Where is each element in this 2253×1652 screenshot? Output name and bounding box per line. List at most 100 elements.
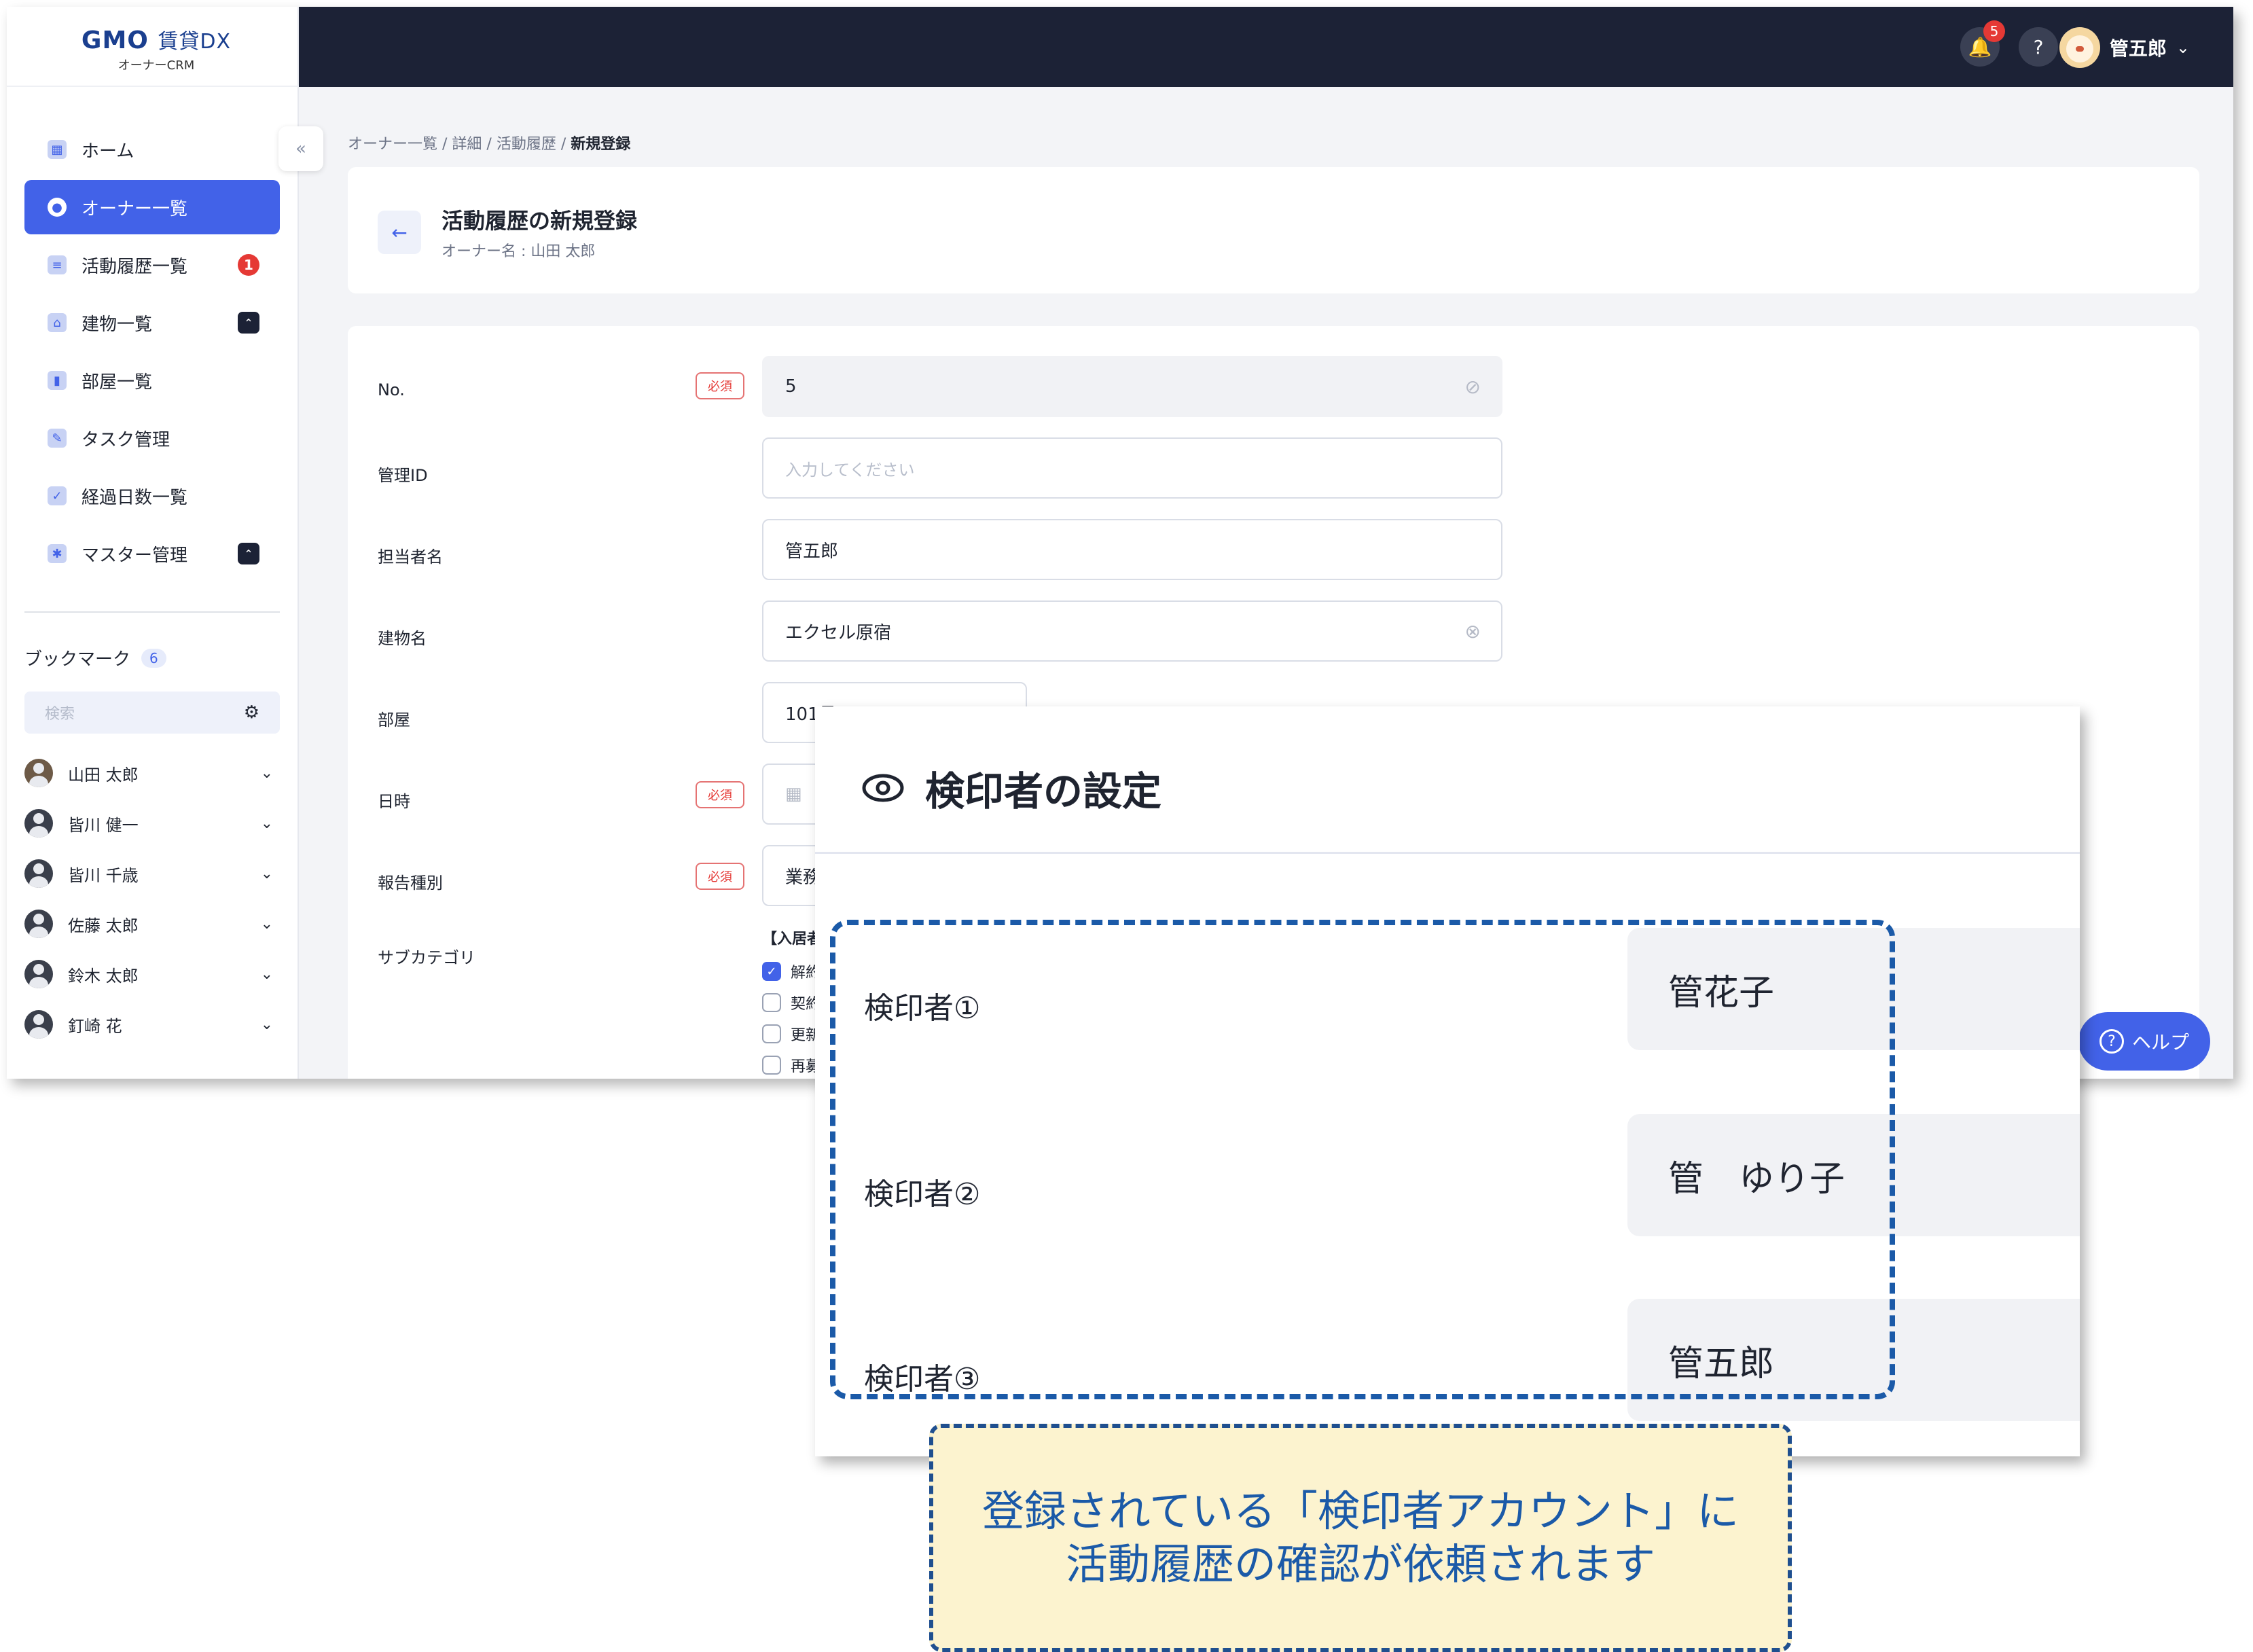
bookmark-item[interactable]: 鈴木 太郎 ⌄	[24, 954, 280, 994]
admin-id-label: 管理ID	[378, 466, 428, 485]
building-icon: ⌂	[48, 313, 67, 332]
clear-icon[interactable]: ⊗	[1465, 620, 1481, 643]
chevron-down-icon: ⌄	[2176, 38, 2190, 57]
staff-label: 担当者名	[378, 547, 443, 567]
subcategory-group-title: 【入居者	[762, 931, 823, 948]
avatar	[24, 859, 53, 888]
user-menu[interactable]: 管五郎 ⌄	[2059, 27, 2190, 68]
bookmark-name: 鈴木 太郎	[68, 966, 139, 986]
subcategory-checkbox-2[interactable]: 更新	[762, 1023, 821, 1045]
disabled-icon: ⊘	[1464, 375, 1481, 398]
chevron-down-icon[interactable]: ⌄	[261, 1016, 273, 1033]
required-badge: 必須	[696, 372, 744, 399]
sidebar-collapse-button[interactable]: «	[278, 126, 323, 171]
bookmark-search-placeholder: 検索	[45, 706, 75, 723]
breadcrumb-activity[interactable]: 活動履歴	[497, 136, 556, 153]
avatar	[24, 1010, 53, 1039]
sidebar-item-label: マスター管理	[82, 545, 188, 566]
report-type-label: 報告種別	[378, 874, 443, 893]
explanation-callout: 登録されている「検印者アカウント」に 活動履歴の確認が依頼されます	[929, 1424, 1792, 1652]
question-circle-icon: ?	[2099, 1029, 2124, 1054]
sidebar-item-label: ホーム	[82, 141, 134, 162]
avatar	[24, 910, 53, 938]
question-circle-icon: ?	[2033, 35, 2044, 58]
sidebar-item-label: オーナー一覧	[82, 198, 188, 219]
sidebar: GMO 賃貸DX オーナーCRM ▦ ホーム ● オーナー一覧 ≡ 活動履歴一覧 1 ⌂ 建物一…	[7, 7, 299, 1079]
user-name: 管五郎	[2109, 37, 2167, 60]
checkbox-empty-icon	[762, 1056, 781, 1075]
staff-input[interactable]: 管五郎	[762, 519, 1502, 580]
help-button-label: ヘルプ	[2131, 1031, 2189, 1054]
task-icon: ✎	[48, 429, 67, 448]
chevron-down-icon[interactable]: ⌄	[261, 865, 273, 882]
door-icon: ▮	[48, 371, 67, 390]
back-button[interactable]: ←	[378, 211, 421, 254]
required-badge: 必須	[696, 781, 744, 808]
logo-divider	[7, 86, 299, 87]
chevron-down-icon[interactable]: ⌄	[261, 916, 273, 933]
sidebar-divider	[24, 611, 280, 613]
sidebar-item-5[interactable]: ✎ タスク管理	[24, 411, 280, 465]
top-bar: 🔔 5 ? 管五郎 ⌄	[299, 7, 2233, 87]
bookmark-search-input[interactable]: 検索 ⚙	[24, 692, 280, 734]
no-field: 5 ⊘	[762, 356, 1502, 417]
subcategory-checkbox-3[interactable]: 再募	[762, 1054, 821, 1076]
check-shield-icon: ✓	[48, 486, 67, 505]
subcategory-checkbox-0[interactable]: ✓ 解約	[762, 960, 821, 982]
sidebar-item-6[interactable]: ✓ 経過日数一覧	[24, 469, 280, 523]
admin-id-input[interactable]: 入力してください	[762, 437, 1502, 499]
breadcrumb-current: 新規登録	[571, 136, 631, 153]
bookmark-item[interactable]: 山田 太郎 ⌄	[24, 753, 280, 793]
building-label: 建物名	[378, 629, 427, 648]
sidebar-item-3[interactable]: ⌂ 建物一覧 ⌃	[24, 295, 280, 350]
chevron-down-icon[interactable]: ⌄	[261, 765, 273, 782]
calendar-icon: ▦	[785, 784, 802, 804]
app-logo[interactable]: GMO 賃貸DX オーナーCRM	[75, 24, 238, 73]
avatar	[24, 809, 53, 838]
breadcrumb-detail[interactable]: 詳細	[452, 136, 482, 153]
bookmark-name: 佐藤 太郎	[68, 916, 139, 935]
datetime-label: 日時	[378, 792, 410, 811]
help-button[interactable]: ? ヘルプ	[2078, 1012, 2210, 1071]
breadcrumb-owner-list[interactable]: オーナー一覧	[348, 136, 437, 153]
sidebar-item-1[interactable]: ● オーナー一覧	[24, 180, 280, 234]
chevron-up-icon[interactable]: ⌃	[238, 543, 259, 564]
user-avatar	[2059, 27, 2100, 68]
bookmark-name: 皆川 千歳	[68, 865, 139, 885]
sidebar-item-7[interactable]: ✱ マスター管理 ⌃	[24, 526, 280, 581]
page-title: 活動履歴の新規登録	[441, 208, 638, 234]
sidebar-item-label: 建物一覧	[82, 314, 153, 335]
bookmark-name: 山田 太郎	[68, 765, 139, 785]
checkmark-icon: ✓	[762, 962, 781, 981]
breadcrumb: オーナー一覧 / 詳細 / 活動履歴 / 新規登録	[348, 136, 631, 153]
bookmark-item[interactable]: 皆川 健一 ⌄	[24, 803, 280, 844]
sidebar-item-4[interactable]: ▮ 部屋一覧	[24, 353, 280, 408]
logo-main: GMO	[81, 26, 149, 54]
chevron-up-icon[interactable]: ⌃	[238, 312, 259, 334]
eye-icon	[862, 774, 904, 802]
avatar	[24, 960, 53, 988]
bookmark-item[interactable]: 佐藤 太郎 ⌄	[24, 903, 280, 944]
subcategory-checkbox-1[interactable]: 契約	[762, 992, 821, 1013]
logo-subtitle: オーナーCRM	[118, 58, 195, 73]
grid-icon: ▦	[48, 140, 67, 159]
sidebar-item-2[interactable]: ≡ 活動履歴一覧 1	[24, 238, 280, 292]
bookmark-item[interactable]: 釘崎 花 ⌄	[24, 1004, 280, 1045]
approver-settings-divider	[815, 852, 2080, 854]
checkbox-empty-icon	[762, 993, 781, 1012]
notification-button[interactable]: 🔔 5	[1960, 20, 2005, 67]
bookmark-title: ブックマーク	[24, 649, 131, 670]
chevron-down-icon[interactable]: ⌄	[261, 815, 273, 832]
filter-sliders-icon[interactable]: ⚙	[244, 702, 259, 723]
gear-icon: ✱	[48, 544, 67, 563]
document-icon: ≡	[48, 255, 67, 274]
chevron-down-icon[interactable]: ⌄	[261, 966, 273, 983]
building-input[interactable]: エクセル原宿 ⊗	[762, 600, 1502, 662]
bookmark-item[interactable]: 皆川 千歳 ⌄	[24, 853, 280, 894]
help-icon-button[interactable]: ?	[2019, 27, 2058, 67]
approver-settings-header: 検印者の設定	[861, 759, 1161, 816]
sidebar-item-0[interactable]: ▦ ホーム	[24, 122, 280, 177]
bookmark-name: 釘崎 花	[68, 1016, 122, 1036]
subcategory-label: サブカテゴリ	[378, 948, 475, 967]
required-badge: 必須	[696, 863, 744, 890]
